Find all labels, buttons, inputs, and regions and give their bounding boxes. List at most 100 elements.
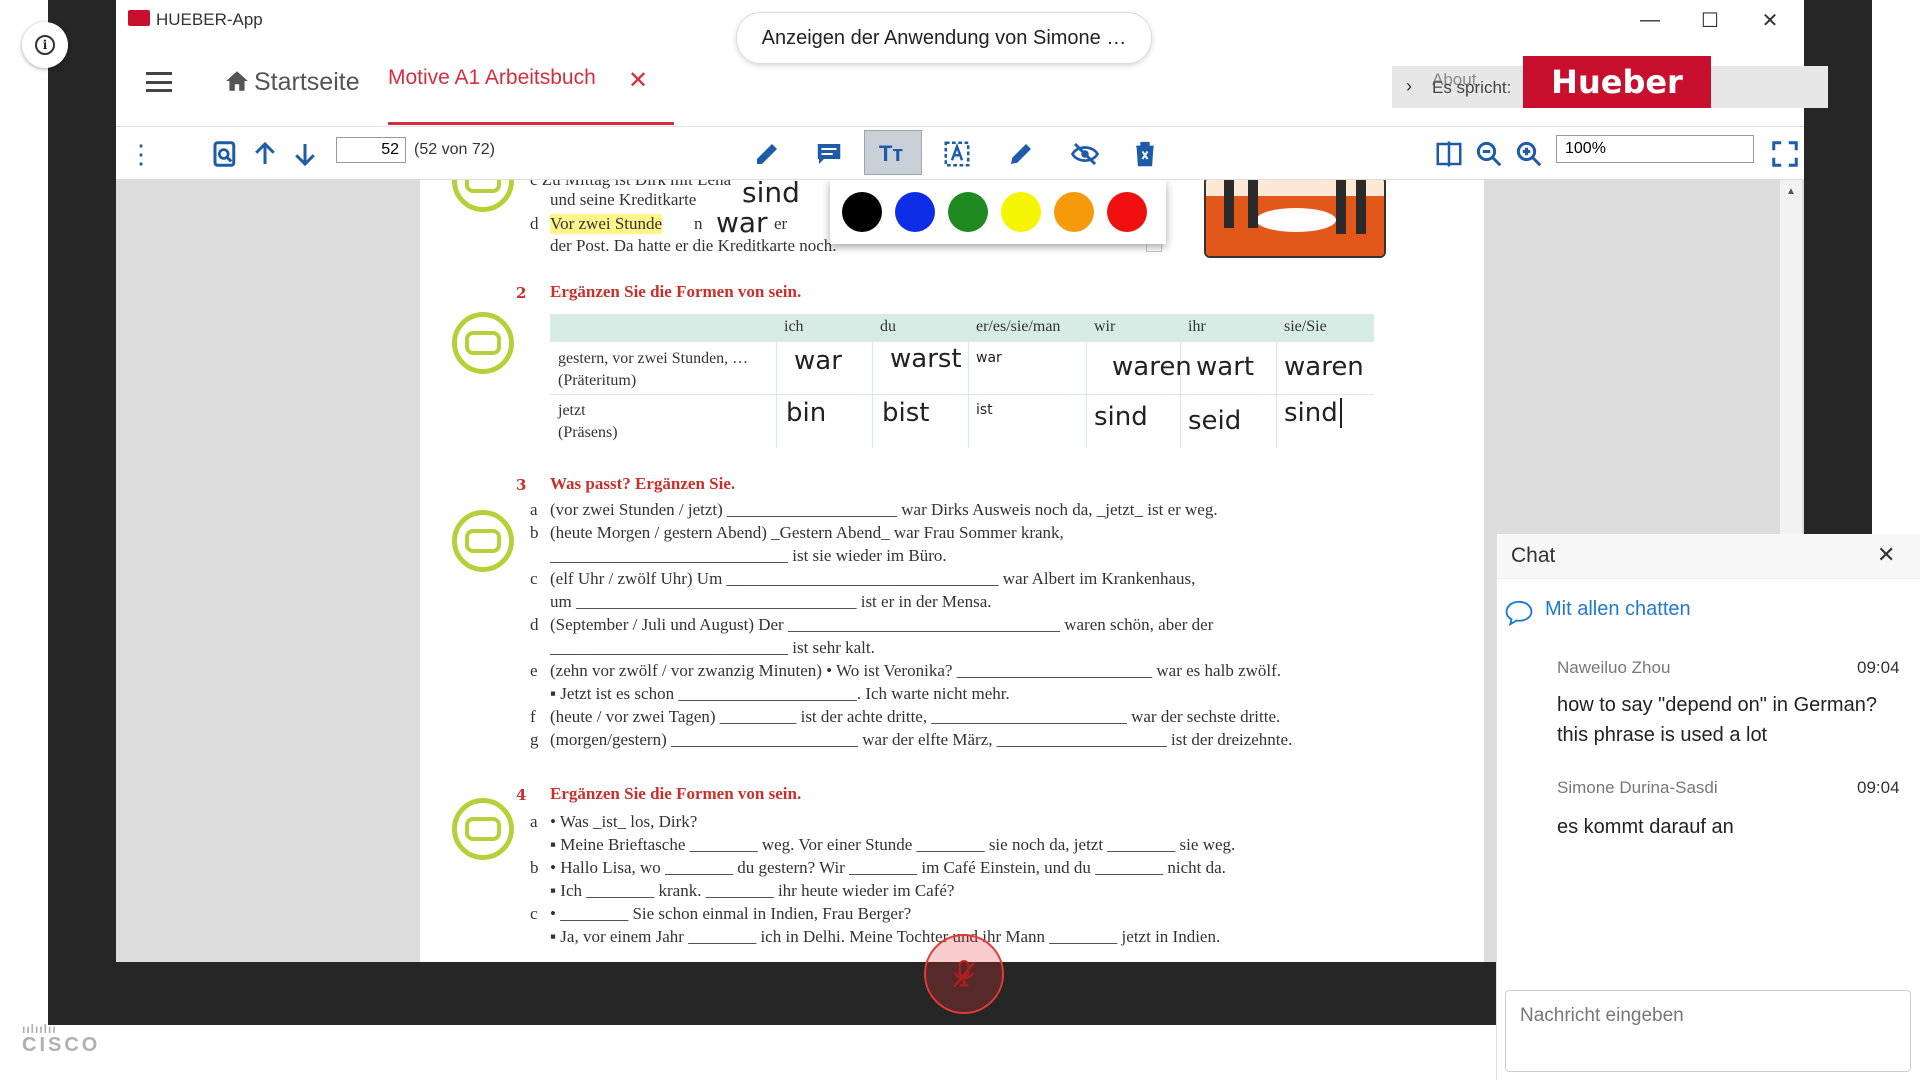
exercise-line: ▪ Jetzt ist es schon ___________________… [550,684,1010,703]
table-cell[interactable]: waren [1112,352,1192,382]
color-blue-swatch[interactable] [895,192,935,232]
screen-share-banner[interactable]: Anzeigen der Anwendung von Simone … [736,12,1152,64]
table-header: ihr [1188,318,1206,335]
microphone-muted-icon [953,960,975,988]
info-button[interactable]: i [22,22,68,68]
fullscreen-icon[interactable] [1770,139,1800,169]
menu-icon[interactable] [146,72,172,92]
table-cell[interactable]: sind [1094,402,1148,432]
table-cell[interactable]: war [794,346,842,376]
table-header: sie/Sie [1284,318,1327,335]
text-size-icon[interactable]: Tт [876,139,906,169]
maximize-button[interactable]: ☐ [1680,6,1740,34]
color-black-swatch[interactable] [842,192,882,232]
exercise-letter: a [530,500,538,519]
info-icon: i [35,35,55,55]
color-green-swatch[interactable] [948,192,988,232]
chat-panel: Chat ✕ Mit allen chatten Naweiluo Zhou 0… [1496,534,1920,1080]
chat-bubble-icon [1505,600,1533,627]
tab-close-icon[interactable]: ✕ [628,66,648,95]
trash-icon[interactable] [1130,139,1160,169]
search-document-icon[interactable] [210,139,240,169]
zoom-out-icon[interactable] [1474,139,1504,169]
table-row-label: jetzt [558,402,586,419]
message-time: 09:04 [1857,658,1900,677]
message-sender: Simone Durina-Sasdi [1557,778,1718,797]
home-link[interactable]: Startseite [254,68,360,97]
table-cell[interactable]: seid [1188,406,1241,436]
pencil-icon[interactable] [1006,139,1036,169]
scroll-up-icon[interactable]: ▲ [1786,186,1796,197]
color-red-swatch[interactable] [1107,192,1147,232]
table-cell-editing[interactable]: sind [1284,398,1342,428]
table-cell[interactable]: war [976,350,1002,366]
exercise-line: (September / Juli und August) Der ______… [550,615,1214,634]
zoom-level-input[interactable] [1556,135,1754,163]
table-header: ich [784,318,804,335]
more-vertical-icon[interactable]: ⋮ [126,139,156,169]
link-icon[interactable] [452,312,514,374]
exercise-line: • ________ Sie schon einmal in Indien, F… [550,904,912,923]
mute-microphone-button[interactable] [924,934,1004,1014]
color-picker-popup [830,180,1166,244]
exercise-line: ____________________________ ist sehr ka… [550,638,875,657]
chat-with-all-link[interactable]: Mit allen chatten [1545,598,1691,621]
minimize-button[interactable]: — [1620,6,1680,34]
exercise-line: (heute Morgen / gestern Abend) _Gestern … [550,523,1064,542]
book-page[interactable]: c Zu Mittag ist Dirk mit Lena und seine … [420,180,1484,962]
table-cell[interactable]: ist [976,402,993,418]
highlighter-icon[interactable] [752,139,782,169]
chevron-right-icon[interactable]: › [1406,76,1412,97]
link-icon[interactable] [452,798,514,860]
page-number-input[interactable] [336,137,406,163]
exercise-letter: d [530,615,539,634]
section-title: Was passt? Ergänzen Sie. [550,474,736,493]
link-icon[interactable] [452,510,514,572]
hide-annotations-icon[interactable] [1070,139,1100,169]
two-page-view-icon[interactable] [1434,139,1464,169]
zoom-in-icon[interactable] [1514,139,1544,169]
illustration-image [1204,180,1386,258]
exercise-line: (vor zwei Stunden / jetzt) _____________… [550,500,1218,519]
cisco-logo: ıılıılıı CISCO [22,1023,101,1057]
exercise-letter: b [530,858,539,877]
exercise-line: (heute / vor zwei Tagen) _________ ist d… [550,707,1281,726]
text-box-icon[interactable] [942,139,972,169]
handwritten-answer: sind [742,180,800,209]
table-header: er/es/sie/man [976,318,1061,335]
exercise-line: und seine Kreditkarte [550,190,697,209]
table-header-row [550,314,1374,342]
exercise-line: ▪ Ich ________ krank. ________ ihr heute… [550,881,955,900]
color-orange-swatch[interactable] [1054,192,1094,232]
sein-table: ich du er/es/sie/man wir ihr sie/Sie ges… [550,314,1374,448]
close-window-button[interactable]: ✕ [1740,6,1800,34]
exercise-letter: b [530,523,539,542]
table-cell[interactable]: wart [1196,352,1254,382]
table-cell[interactable]: waren [1284,352,1364,382]
pdf-toolbar: ⋮ (52 von 72) Tт [116,127,1804,180]
arrow-up-icon[interactable] [250,139,280,169]
comment-icon[interactable] [814,139,844,169]
cisco-wordmark: CISCO [22,1034,101,1056]
app-title: HUEBER-App [156,10,263,29]
chat-title: Chat [1511,544,1556,567]
section-number: 3 [516,476,527,494]
tab-motive-a1[interactable]: Motive A1 Arbeitsbuch [388,66,596,90]
exercise-line: • Was _ist_ los, Dirk? [550,812,698,831]
link-icon[interactable] [452,180,514,212]
exercise-letter: a [530,812,538,831]
table-cell[interactable]: bist [882,398,929,428]
handwritten-answer: war [716,206,768,239]
chat-close-icon[interactable]: ✕ [1877,542,1895,568]
chat-message-input[interactable]: Nachricht eingeben [1505,990,1911,1072]
exercise-line: ▪ Meine Brieftasche ________ weg. Vor ei… [550,835,1236,854]
arrow-down-icon[interactable] [290,139,320,169]
app-logo-icon [128,10,150,26]
message-sender: Naweiluo Zhou [1557,658,1671,677]
home-icon[interactable] [224,68,250,94]
exercise-letter: f [530,707,536,726]
color-yellow-swatch[interactable] [1001,192,1041,232]
table-cell[interactable]: bin [786,398,826,428]
table-cell[interactable]: warst [890,344,962,374]
table-row-label: gestern, vor zwei Stunden, … [558,350,749,367]
